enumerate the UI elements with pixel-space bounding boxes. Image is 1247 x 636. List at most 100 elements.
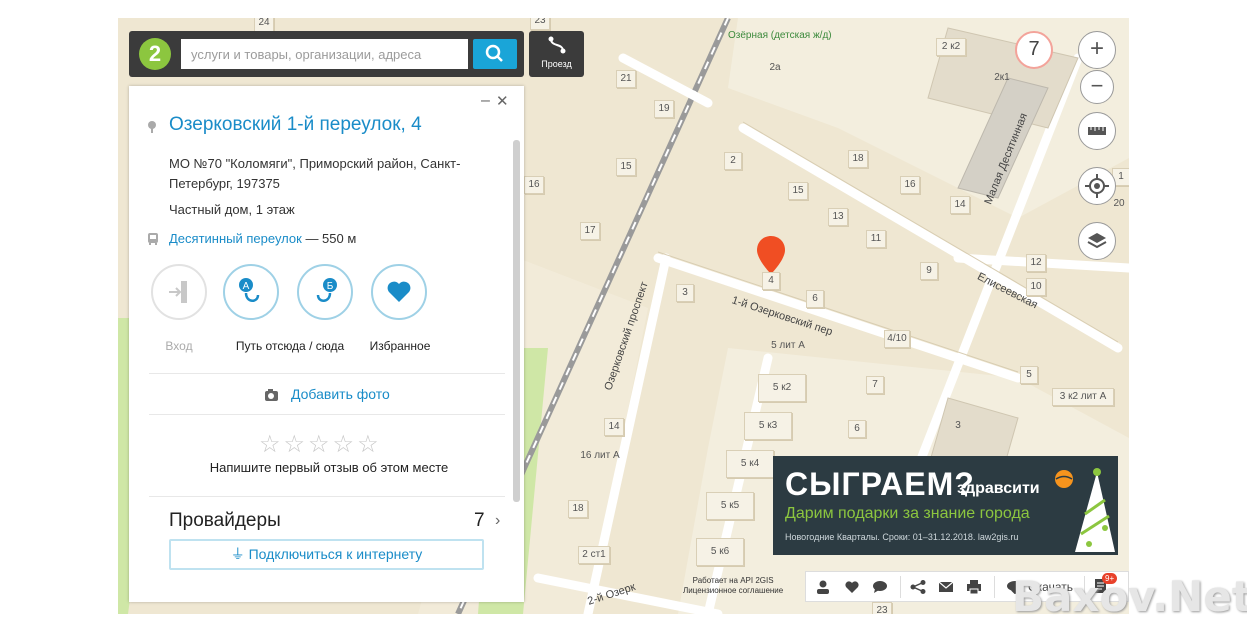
mail-icon[interactable] <box>938 580 954 594</box>
building-label: 17 <box>580 222 600 240</box>
card-scrollbar[interactable] <box>513 140 520 502</box>
nearest-stop: Десятинный переулок — 550 м <box>169 231 356 246</box>
nearest-stop-link[interactable]: Десятинный переулок <box>169 231 302 246</box>
building-label: 15 <box>788 182 808 200</box>
building-label: 18 <box>568 500 588 518</box>
building-label: 5 <box>1020 366 1038 384</box>
christmas-tree-icon <box>1075 468 1115 552</box>
add-photo-link[interactable]: Добавить фото <box>291 386 390 402</box>
divider <box>149 414 505 415</box>
nearest-stop-distance: — 550 м <box>305 231 357 246</box>
entrance-icon <box>169 281 187 303</box>
user-icon[interactable] <box>816 580 830 594</box>
bus-stop-icon <box>148 233 158 245</box>
search-button[interactable] <box>473 39 517 69</box>
route-button-label: Проезд <box>541 59 572 69</box>
separator <box>900 576 901 598</box>
location-pin-marker <box>757 236 785 274</box>
divider <box>149 373 505 374</box>
chevron-right-icon[interactable]: › <box>495 512 500 530</box>
review-prompt[interactable]: Напишите первый отзыв об этом месте <box>169 460 489 475</box>
ruler-button[interactable] <box>1078 112 1116 150</box>
building-label: 6 <box>806 290 824 308</box>
place-card: – ✕ Озерковский 1-й переулок, 4 МО №70 "… <box>129 86 524 602</box>
building-label: 6 <box>848 420 866 438</box>
route-button[interactable]: Проезд <box>529 31 584 77</box>
favorite-label: Избранное <box>369 339 431 353</box>
building-label: 2 ст1 <box>578 546 610 564</box>
promo-headline: СЫГРАЕМ? <box>785 466 975 502</box>
building-label: 5 лит А <box>771 340 805 351</box>
watermark-text: Baxov.Net <box>1012 572 1247 621</box>
building-label: 14 <box>950 196 970 214</box>
building-label: 3 к2 лит А <box>1052 388 1114 406</box>
building-label: 2 <box>724 152 742 170</box>
ruler-icon <box>1088 127 1106 135</box>
building-label: 7 <box>866 376 884 394</box>
2gis-logo[interactable]: 2 <box>139 38 171 70</box>
layers-icon <box>1087 233 1107 249</box>
building-label: 10 <box>1026 278 1046 296</box>
layers-button[interactable] <box>1078 222 1116 260</box>
connect-internet-label: Подключиться к интернету <box>248 546 423 562</box>
building-label: 18 <box>848 150 868 168</box>
route-to-button[interactable]: Б <box>297 264 353 320</box>
building-label: 2а <box>769 62 781 73</box>
place-title: Озерковский 1-й переулок, 4 <box>169 114 422 135</box>
building-label: 13 <box>828 208 848 226</box>
promo-brand: здравсити <box>957 480 1040 497</box>
entrance-button[interactable] <box>151 264 207 320</box>
building-label: 2 к2 <box>936 38 966 56</box>
building-label: 4/10 <box>884 330 910 348</box>
building-type: Частный дом, 1 этаж <box>169 202 295 217</box>
plug-icon: ⏚ <box>230 546 245 562</box>
promo-subtitle: Дарим подарки за знание города <box>785 505 1030 522</box>
building-label: 12 <box>1026 254 1046 272</box>
route-icon <box>548 36 566 54</box>
heart-icon <box>387 281 411 302</box>
chat-icon[interactable] <box>872 580 888 594</box>
zoom-out-button[interactable]: − <box>1080 70 1114 104</box>
building-label: 19 <box>654 100 674 118</box>
providers-heading[interactable]: Провайдеры <box>169 510 281 532</box>
route-letter-b: Б <box>327 281 334 292</box>
search-bar: 2 <box>129 31 524 77</box>
heart-icon[interactable] <box>844 580 860 594</box>
connect-internet-button[interactable]: ⏚ Подключиться к интернету <box>169 539 484 570</box>
promo-banner[interactable]: СЫГРАЕМ? здравсити Дарим подарки за знан… <box>773 456 1118 555</box>
search-icon <box>485 44 503 62</box>
minimize-icon[interactable]: – <box>481 92 490 110</box>
building-label: 15 <box>616 158 636 176</box>
search-input[interactable] <box>181 39 468 69</box>
cluster-badge[interactable]: 7 <box>1015 31 1053 69</box>
zoom-in-button[interactable]: + <box>1078 31 1116 69</box>
building-label: 5 к3 <box>744 412 792 440</box>
route-from-to-button[interactable]: А <box>223 264 279 320</box>
camera-icon <box>265 389 278 401</box>
building-label: 9 <box>920 262 938 280</box>
api-note[interactable]: Работает на API 2GIS Лицензионное соглаш… <box>683 576 783 596</box>
crosshair-icon <box>1085 174 1109 198</box>
ornament-icon <box>1055 470 1073 488</box>
building-label: 5 к5 <box>706 492 754 520</box>
building-label: 24 <box>254 18 274 32</box>
promo-fineprint: Новогодние Кварталы. Сроки: 01–31.12.201… <box>785 532 1019 542</box>
route-letter-a: А <box>243 281 250 292</box>
locate-button[interactable] <box>1078 167 1116 205</box>
print-icon[interactable] <box>966 579 982 595</box>
building-label: 16 <box>524 176 544 194</box>
api-note-line2: Лицензионное соглашение <box>683 586 784 595</box>
close-icon[interactable]: ✕ <box>496 92 509 110</box>
building-label: 5 к4 <box>726 450 774 478</box>
poi-label[interactable]: Озёрная (детская ж/д) <box>728 30 832 41</box>
building-label: 3 <box>955 420 961 431</box>
share-icon[interactable] <box>910 580 926 594</box>
route-to-icon: Б <box>316 278 337 302</box>
providers-count: 7 <box>474 510 485 531</box>
rating-stars[interactable]: ☆☆☆☆☆ <box>259 430 382 459</box>
divider <box>149 496 505 497</box>
building-label: 14 <box>604 418 624 436</box>
api-note-line1: Работает на API 2GIS <box>692 576 774 585</box>
building-label: 16 лит А <box>580 450 620 461</box>
favorite-button[interactable] <box>371 264 427 320</box>
